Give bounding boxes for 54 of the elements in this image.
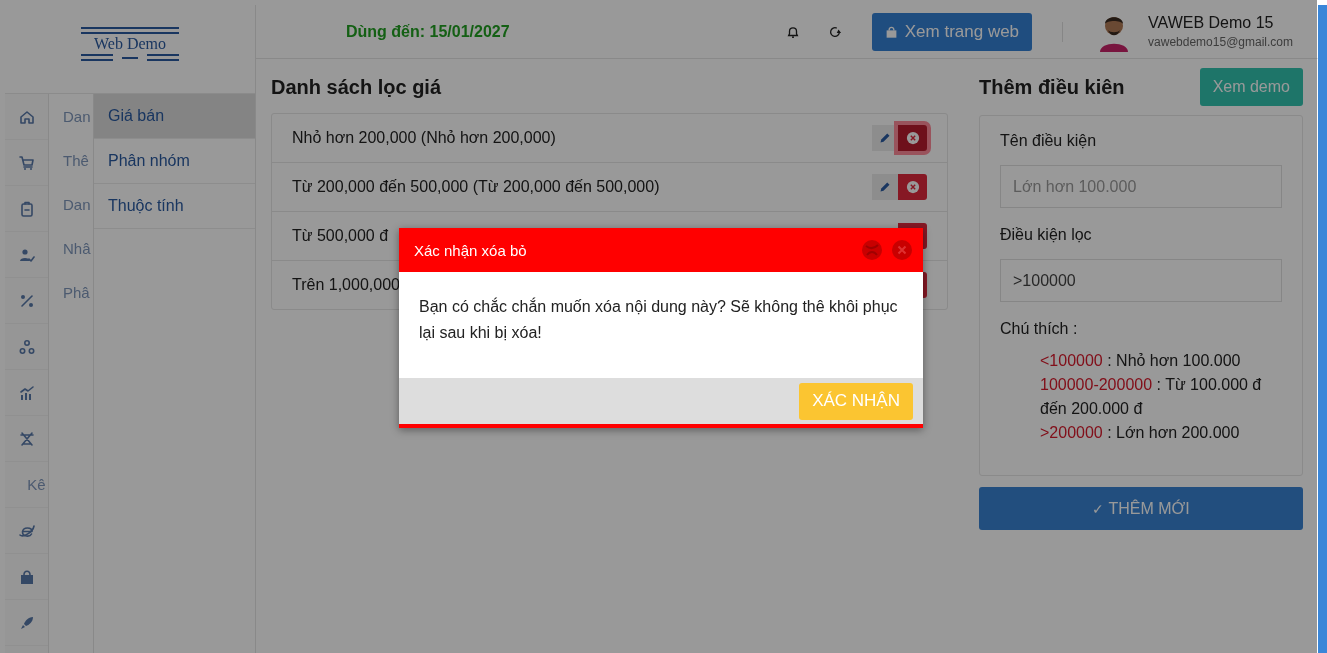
pencil-icon[interactable] <box>879 181 891 193</box>
legend-title: Chú thích : <box>1000 320 1079 338</box>
pencil-icon[interactable] <box>879 132 891 144</box>
rocket-icon[interactable] <box>18 614 35 631</box>
clipboard-icon[interactable] <box>18 200 35 217</box>
nav-label[interactable]: Dan <box>63 195 91 213</box>
ball-icon[interactable] <box>862 240 882 260</box>
logo[interactable]: Web Demo <box>81 27 179 61</box>
legend-item: <100000 : Nhỏ hơn 100.000 <box>1040 351 1242 371</box>
dialog-title: Xác nhận xóa bỏ <box>414 241 527 259</box>
percent-icon[interactable] <box>18 292 35 309</box>
edit-button[interactable] <box>872 174 898 200</box>
field-label: Điều kiện lọc <box>1000 226 1093 244</box>
nav-label[interactable]: Nhâ <box>63 239 91 257</box>
cart-icon[interactable] <box>18 154 35 171</box>
crop-icon[interactable] <box>18 430 35 447</box>
list-item-text: Nhỏ hơn 200,000 (Nhỏ hơn 200,000) <box>292 129 556 147</box>
globe-e-icon[interactable] <box>18 522 35 539</box>
user-name: VAWEB Demo 15 <box>1148 14 1275 32</box>
dialog-message: Bạn có chắc chắn muốn xóa nội dung này? Sẽ không thê khôi phục lại sau khi bị xóa! <box>419 296 899 343</box>
bag-icon[interactable] <box>18 568 35 585</box>
panel-title: Thêm điều kiên <box>979 76 1125 99</box>
input-field[interactable]: Lớn hơn 100.000 <box>1000 165 1282 208</box>
bag-icon[interactable] <box>884 24 898 39</box>
nav-label[interactable]: Thê <box>63 151 89 169</box>
nav-label[interactable]: Kê <box>27 476 46 493</box>
delete-button[interactable] <box>898 174 927 200</box>
add-new-button[interactable]: ✓ THÊM MỚI <box>979 487 1303 530</box>
panel-title: Danh sách lọc giá <box>271 76 443 99</box>
submenu-item[interactable]: Thuộc tính <box>94 184 255 229</box>
refresh-icon[interactable] <box>827 24 842 39</box>
list-item-text: Từ 200,000 đến 500,000 (Từ 200,000 đến 500,000) <box>292 178 660 196</box>
user-check-icon[interactable] <box>18 246 35 263</box>
submenu-item[interactable]: Phân nhóm <box>94 139 255 184</box>
nav-label[interactable]: Dan <box>63 107 91 125</box>
expiry-date: Dùng đến: 15/01/2027 <box>346 22 510 41</box>
chart-icon[interactable] <box>18 384 35 401</box>
confirm-button[interactable]: XÁC NHẬN <box>799 382 913 420</box>
legend-item: >200000 : Lớn hơn 200.000 <box>1040 423 1241 443</box>
submenu-item[interactable]: Giá bán <box>94 94 255 139</box>
close-circle-icon[interactable] <box>905 180 920 194</box>
bell-icon[interactable] <box>785 24 800 39</box>
list-item-text: Từ 500,000 đ <box>292 227 389 245</box>
view-site-button[interactable]: Xem trang web <box>871 12 1033 51</box>
list-item-text: Trên 1,000,000 <box>292 276 400 294</box>
view-demo-button[interactable]: Xem demo <box>1199 68 1303 106</box>
home-icon[interactable] <box>18 108 35 125</box>
nodes-icon[interactable] <box>18 338 35 355</box>
field-label: Tên điều kiện <box>1000 132 1098 150</box>
legend-item: 100000-200000 : Từ 100.000 đ đến 200.000 đ <box>1040 375 1263 419</box>
nav-label[interactable]: Phâ <box>63 283 90 301</box>
input-field[interactable]: >100000 <box>1000 259 1282 302</box>
close-circle-icon[interactable] <box>905 131 920 145</box>
user-email: vawebdemo15@gmail.com <box>1148 35 1293 49</box>
